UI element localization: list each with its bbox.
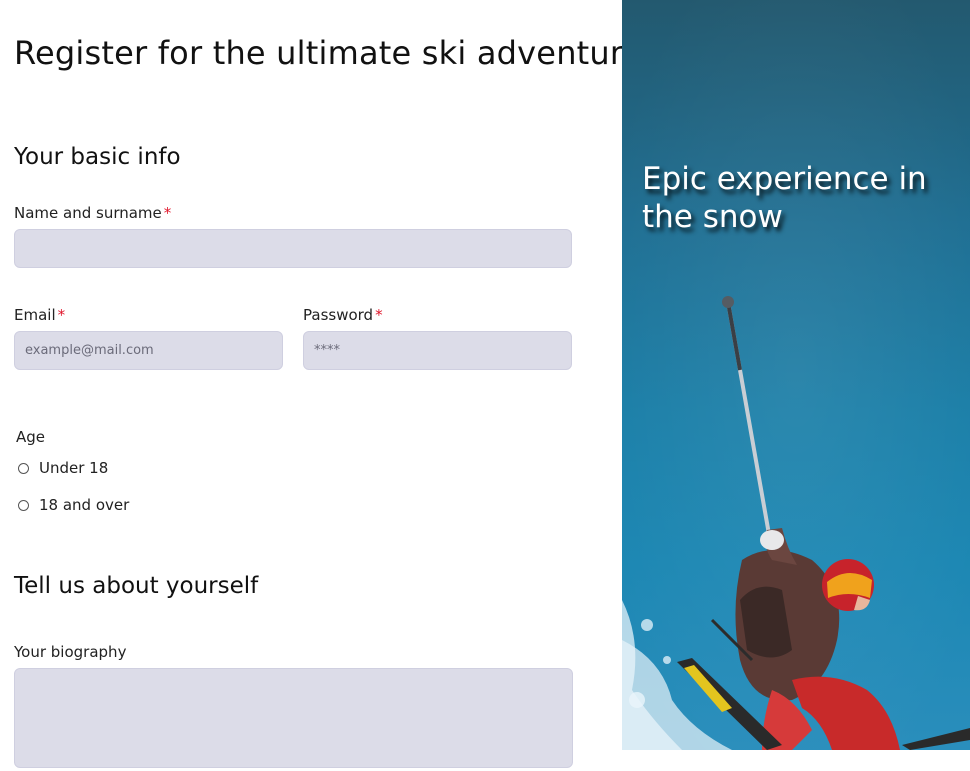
email-input[interactable] bbox=[15, 332, 282, 369]
required-marker: * bbox=[57, 306, 66, 324]
section-basic-info-heading: Your basic info bbox=[14, 144, 181, 170]
required-marker: * bbox=[163, 204, 172, 222]
skier-photo-icon bbox=[622, 0, 970, 750]
biography-field[interactable] bbox=[14, 668, 573, 768]
age-option-label: 18 and over bbox=[39, 496, 130, 514]
page-title: Register for the ultimate ski adventure bbox=[14, 34, 643, 72]
password-field[interactable] bbox=[303, 331, 572, 370]
name-field[interactable] bbox=[14, 229, 572, 268]
name-label-text: Name and surname bbox=[14, 204, 162, 222]
password-input[interactable] bbox=[304, 332, 571, 369]
age-option-18-and-over[interactable]: 18 and over bbox=[18, 496, 129, 514]
hero-image-panel: Epic experience in the snow bbox=[622, 0, 970, 750]
radio-button[interactable] bbox=[18, 462, 29, 474]
password-label: Password * bbox=[303, 306, 383, 324]
email-label-text: Email bbox=[14, 306, 56, 324]
biography-label: Your biography bbox=[14, 643, 127, 661]
hero-title: Epic experience in the snow bbox=[642, 161, 927, 235]
name-input[interactable] bbox=[15, 230, 571, 267]
radio-button[interactable] bbox=[18, 499, 29, 511]
name-label: Name and surname * bbox=[14, 204, 171, 222]
required-marker: * bbox=[375, 306, 383, 324]
biography-textarea[interactable] bbox=[15, 669, 572, 767]
age-option-label: Under 18 bbox=[39, 459, 109, 477]
email-field[interactable] bbox=[14, 331, 283, 370]
email-label: Email * bbox=[14, 306, 65, 324]
password-label-text: Password bbox=[303, 306, 374, 324]
age-option-under-18[interactable]: Under 18 bbox=[18, 459, 108, 477]
age-label: Age bbox=[16, 428, 46, 446]
section-about-heading: Tell us about yourself bbox=[14, 573, 259, 599]
